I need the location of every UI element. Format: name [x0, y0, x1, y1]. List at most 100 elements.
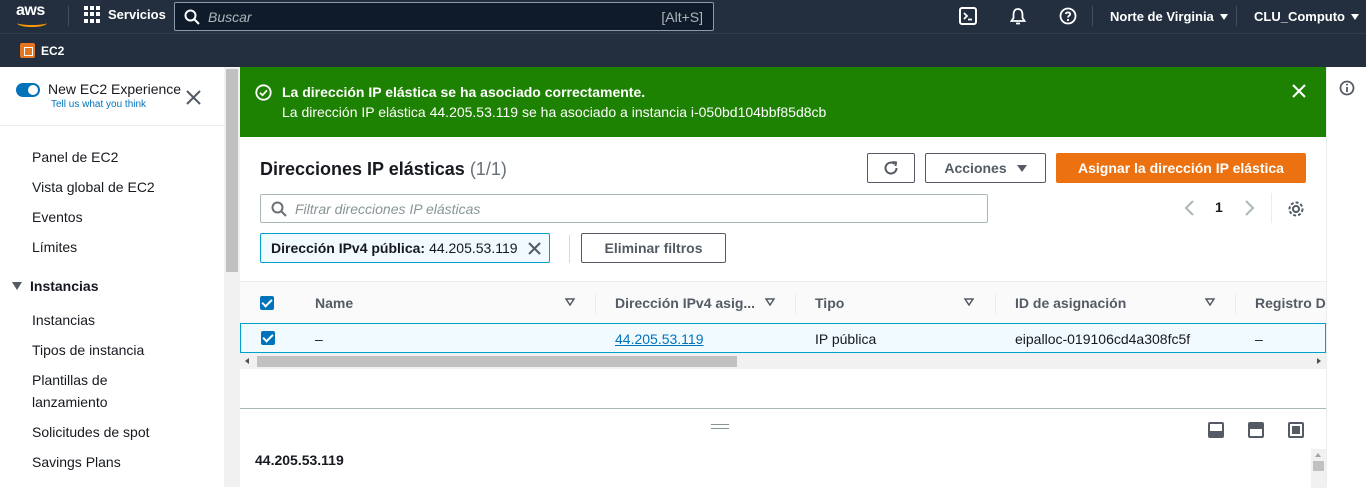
sidebar-item-limits[interactable]: Límites: [32, 236, 77, 258]
aws-smile-icon: [17, 19, 47, 27]
column-header-ipv4[interactable]: Dirección IPv4 asig...: [615, 295, 755, 311]
grid-icon: [84, 6, 101, 23]
ec2-icon: [20, 43, 35, 58]
cell-allocation-id: eipalloc-019106cd4a308fc5f: [1015, 331, 1191, 347]
gear-icon[interactable]: [1287, 200, 1305, 218]
nav-divider: [68, 6, 69, 26]
clear-filters-button[interactable]: Eliminar filtros: [581, 233, 726, 263]
sidebar: New EC2 Experience Tell us what you thin…: [0, 67, 224, 487]
services-menu-button[interactable]: Servicios: [84, 6, 166, 23]
sidebar-item-events[interactable]: Eventos: [32, 206, 83, 228]
allocate-elastic-ip-button[interactable]: Asignar la dirección IP elástica: [1056, 153, 1306, 183]
caret-down-icon: [1219, 13, 1228, 20]
close-icon[interactable]: [1292, 84, 1306, 98]
flash-header: La dirección IP elástica se ha asociado …: [282, 84, 646, 100]
sidebar-divider: [0, 125, 224, 126]
sidebar-item-instances[interactable]: Instancias: [32, 309, 95, 331]
sidebar-item-global-view[interactable]: Vista global de EC2: [32, 176, 155, 198]
sidebar-section-instances[interactable]: Instancias: [12, 278, 98, 294]
account-menu[interactable]: CLU_Computo: [1254, 9, 1359, 24]
scroll-right-arrow[interactable]: [1317, 358, 1321, 364]
panel-full-icon[interactable]: [1288, 422, 1304, 438]
search-shortcut-hint: [Alt+S]: [661, 8, 703, 25]
table-row[interactable]: – 44.205.53.119 IP pública eipalloc-0191…: [240, 323, 1326, 353]
page-number[interactable]: 1: [1215, 199, 1223, 215]
global-search[interactable]: [Alt+S]: [174, 2, 714, 31]
elastic-ip-panel: Direcciones IP elásticas (1/1) Acciones …: [240, 137, 1326, 408]
panel-side-icon[interactable]: [1248, 422, 1264, 438]
column-header-name[interactable]: Name: [315, 295, 353, 311]
chevron-right-icon[interactable]: [1243, 200, 1255, 216]
scroll-left-arrow[interactable]: [245, 358, 249, 364]
search-icon: [271, 201, 287, 217]
sidebar-item-spot-requests[interactable]: Solicitudes de spot: [32, 421, 150, 443]
sort-icon[interactable]: [565, 298, 575, 306]
sidebar-item-panel[interactable]: Panel de EC2: [32, 146, 118, 168]
feedback-link[interactable]: Tell us what you think: [51, 99, 181, 110]
caret-down-icon: [1351, 13, 1359, 20]
column-header-reverse-dns[interactable]: Registro DNS inverso: [1255, 295, 1326, 311]
nav-divider: [1092, 6, 1093, 26]
column-header-type[interactable]: Tipo: [815, 295, 844, 311]
caret-down-icon: [12, 282, 22, 290]
scrollbar-thumb[interactable]: [226, 69, 238, 272]
sort-icon[interactable]: [964, 298, 974, 306]
chevron-left-icon[interactable]: [1184, 200, 1196, 216]
detail-split-panel: 44.205.53.119: [240, 408, 1326, 488]
filter-token: Dirección IPv4 pública: 44.205.53.119: [260, 233, 550, 263]
detail-scrollbar[interactable]: [1311, 449, 1326, 488]
right-tools-rail: [1326, 67, 1366, 487]
actions-button[interactable]: Acciones: [925, 153, 1046, 183]
check-circle-icon: [255, 84, 272, 101]
success-flash-message: La dirección IP elástica se ha asociado …: [240, 67, 1326, 137]
sidebar-item-instance-types[interactable]: Tipos de instancia: [32, 339, 144, 361]
ec2-service-link[interactable]: EC2: [20, 43, 64, 58]
new-experience-label: New EC2 Experience: [48, 81, 182, 97]
filter-input[interactable]: [295, 200, 895, 217]
refresh-icon: [884, 161, 898, 175]
scrollbar-thumb[interactable]: [257, 356, 737, 367]
nav-divider: [1236, 6, 1237, 26]
search-icon: [184, 9, 200, 25]
detail-title: 44.205.53.119: [255, 452, 344, 468]
cell-name: –: [315, 331, 323, 347]
sidebar-item-launch-templates[interactable]: Plantillas de lanzamiento: [32, 369, 108, 413]
region-selector[interactable]: Norte de Virginia: [1110, 9, 1228, 24]
sort-icon[interactable]: [765, 298, 775, 306]
page-title: Direcciones IP elásticas (1/1): [260, 159, 507, 179]
search-input[interactable]: [208, 8, 628, 25]
scrollbar-thumb[interactable]: [1313, 461, 1324, 471]
scroll-up-arrow[interactable]: [1315, 453, 1321, 457]
cell-reverse-dns: –: [1255, 331, 1263, 347]
sort-icon[interactable]: [1205, 298, 1215, 306]
cell-type: IP pública: [815, 331, 877, 347]
bell-icon[interactable]: [1009, 7, 1027, 25]
filter-search[interactable]: [260, 194, 988, 223]
cloudshell-icon[interactable]: [959, 7, 977, 25]
divider: [1271, 193, 1272, 223]
sidebar-scrollbar[interactable]: [224, 67, 240, 487]
divider: [569, 235, 570, 263]
resize-handle[interactable]: [711, 424, 729, 429]
column-header-allocation-id[interactable]: ID de asignación: [1015, 295, 1126, 311]
new-experience-toggle-row: New EC2 Experience Tell us what you thin…: [16, 81, 181, 110]
aws-logo[interactable]: aws: [16, 3, 52, 28]
help-icon[interactable]: [1059, 7, 1077, 25]
main-content: La dirección IP elástica se ha asociado …: [240, 67, 1326, 488]
caret-down-icon: [1016, 164, 1027, 172]
table-horizontal-scrollbar[interactable]: [240, 353, 1326, 369]
selection-count: (1/1): [469, 159, 507, 179]
close-icon[interactable]: [528, 242, 541, 255]
select-all-checkbox[interactable]: [260, 296, 274, 310]
table-header: Name Dirección IPv4 asig... Tipo ID de a…: [240, 281, 1326, 324]
service-bar: EC2: [0, 33, 1366, 67]
info-icon[interactable]: [1339, 80, 1355, 96]
new-experience-toggle[interactable]: [16, 83, 40, 97]
sidebar-item-savings-plans[interactable]: Savings Plans: [32, 451, 121, 473]
row-checkbox[interactable]: [261, 331, 275, 345]
refresh-button[interactable]: [867, 153, 915, 183]
panel-bottom-icon[interactable]: [1208, 422, 1224, 438]
cell-ip-link[interactable]: 44.205.53.119: [615, 331, 704, 347]
close-icon[interactable]: [186, 90, 201, 105]
top-navigation: aws Servicios [Alt+S] Norte de Virginia …: [0, 0, 1366, 33]
